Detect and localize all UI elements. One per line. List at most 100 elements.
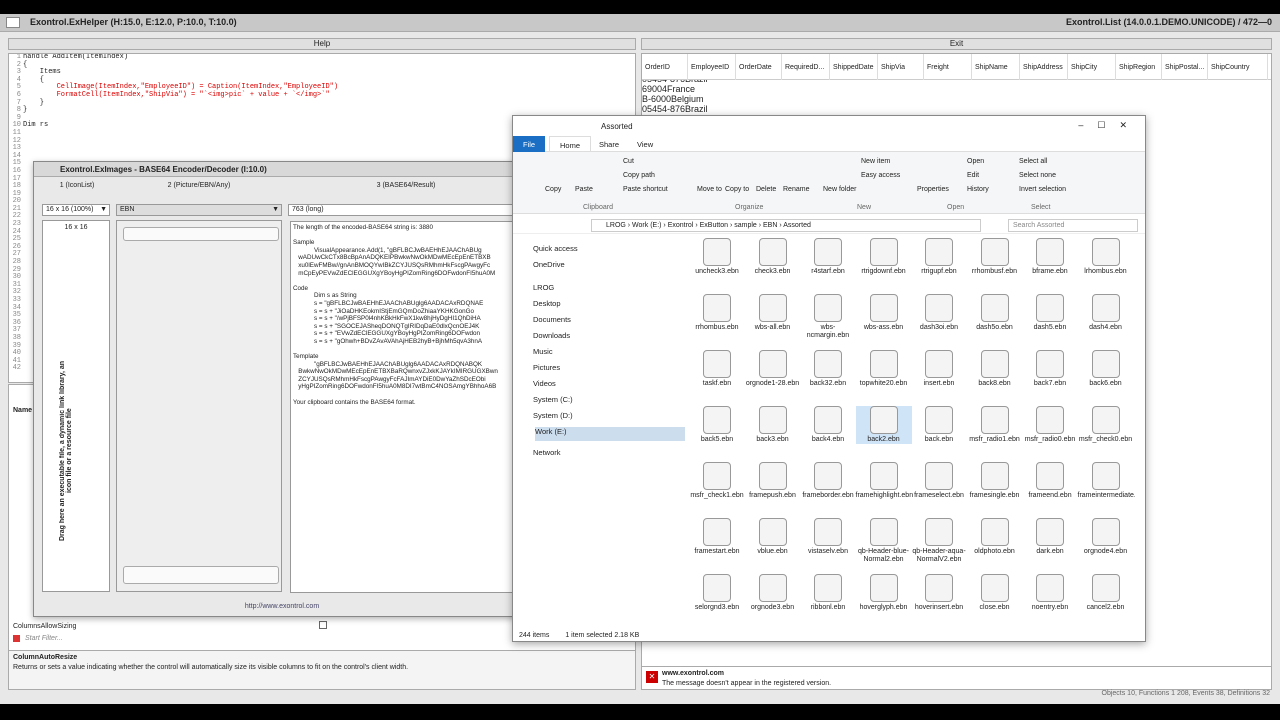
file-item[interactable]: dash3oi.ebn xyxy=(911,294,967,332)
file-item[interactable]: rtrigupf.ebn xyxy=(911,238,967,276)
file-item[interactable]: dash5o.ebn xyxy=(967,294,1023,332)
properties-button[interactable]: Properties xyxy=(917,186,949,193)
window-controls[interactable]: –☐✕ xyxy=(1078,120,1141,131)
history-button[interactable]: History xyxy=(967,186,989,193)
edit-button[interactable]: Edit xyxy=(967,172,979,179)
file-item[interactable]: qb-Header-aqua-NormalV2.ebn xyxy=(911,518,967,564)
select-none-button[interactable]: Select none xyxy=(1019,172,1056,179)
file-item[interactable]: back.ebn xyxy=(911,406,967,444)
file-item[interactable]: orgnode1-28.ebn xyxy=(745,350,801,388)
file-item[interactable]: back3.ebn xyxy=(745,406,801,444)
new-folder-button[interactable]: New folder xyxy=(823,186,856,193)
file-item[interactable]: rrhombus.ebn xyxy=(689,294,745,332)
file-item[interactable]: back8.ebn xyxy=(967,350,1023,388)
rename-button[interactable]: Rename xyxy=(783,186,809,193)
paste-button[interactable]: Paste xyxy=(575,186,593,193)
column-header[interactable]: ShipRegion xyxy=(1116,54,1162,80)
base64-result-text[interactable]: The length of the encoded-BASE64 string … xyxy=(290,221,522,593)
column-header[interactable]: ShipPostal... xyxy=(1162,54,1208,80)
result-combo[interactable]: 763 (long)▼ xyxy=(288,204,524,216)
file-item[interactable]: uncheck3.ebn xyxy=(689,238,745,276)
columns-allow-sizing-checkbox[interactable] xyxy=(319,621,327,629)
nav-item[interactable]: Downloads xyxy=(533,331,570,345)
table-row[interactable]: 69004France xyxy=(642,84,1271,94)
file-item[interactable]: framehighlight.ebn xyxy=(856,462,913,500)
file-item[interactable]: frameend.ebn xyxy=(1022,462,1078,500)
size-combo[interactable]: 16 x 16 (100%) ▼ xyxy=(42,204,110,216)
type-combo[interactable]: EBN ▼ xyxy=(116,204,282,216)
column-header[interactable]: RequiredD... xyxy=(782,54,830,80)
base64-dialog[interactable]: Exontrol.ExImages - BASE64 Encoder/Decod… xyxy=(33,161,531,617)
file-item[interactable]: framestart.ebn xyxy=(689,518,745,556)
nav-item[interactable]: Work (E:) xyxy=(535,427,685,441)
file-item[interactable]: vblue.ebn xyxy=(745,518,801,556)
nav-item[interactable]: Videos xyxy=(533,379,556,393)
file-item[interactable]: close.ebn xyxy=(967,574,1023,612)
nav-item[interactable]: Quick access xyxy=(533,244,578,258)
file-item[interactable]: dark.ebn xyxy=(1022,518,1078,556)
file-item[interactable]: framesingle.ebn xyxy=(967,462,1023,500)
file-item[interactable]: check3.ebn xyxy=(745,238,801,276)
column-header[interactable]: OrderDate xyxy=(736,54,782,80)
file-explorer-window[interactable]: Assorted –☐✕ File Home Share View Copy Past… xyxy=(512,115,1146,642)
file-item[interactable]: msfr_check1.ebn xyxy=(689,462,745,500)
delete-button[interactable]: Delete xyxy=(756,186,776,193)
file-list[interactable]: uncheck3.ebn check3.ebn r4starf.ebn rtrigdo… xyxy=(689,238,1135,630)
file-item[interactable]: back4.ebn xyxy=(800,406,856,444)
file-item[interactable]: wbs-ass.ebn xyxy=(856,294,912,332)
picture-panel[interactable] xyxy=(116,220,282,592)
file-item[interactable]: wbs-all.ebn xyxy=(745,294,801,332)
file-item[interactable]: back32.ebn xyxy=(800,350,856,388)
nav-item[interactable]: System (D:) xyxy=(533,411,573,425)
open-button[interactable]: Open xyxy=(967,158,984,165)
file-item[interactable]: frameselect.ebn xyxy=(911,462,967,500)
column-header[interactable]: ShipCountry xyxy=(1208,54,1268,80)
help-button[interactable]: Help xyxy=(8,38,636,50)
search-input[interactable]: Search Assorted xyxy=(1008,219,1138,232)
file-item[interactable]: bframe.ebn xyxy=(1022,238,1078,276)
file-item[interactable]: insert.ebn xyxy=(911,350,967,388)
easy-access-button[interactable]: Easy access xyxy=(861,172,900,179)
file-item[interactable]: rrhombusf.ebn xyxy=(967,238,1023,276)
tab-home[interactable]: Home xyxy=(549,136,592,152)
dialog-url[interactable]: http://www.exontrol.com xyxy=(34,603,530,610)
column-header[interactable]: ShipAddress xyxy=(1020,54,1068,80)
cut-button[interactable]: Cut xyxy=(623,158,634,165)
file-item[interactable]: qb-Header-blue-Normal2.ebn xyxy=(856,518,912,564)
file-item[interactable]: dash5.ebn xyxy=(1022,294,1078,332)
copy-to-button[interactable]: Copy to xyxy=(725,186,749,193)
prop-columns-allow-sizing[interactable]: ColumnsAllowSizing xyxy=(13,623,76,630)
file-item[interactable]: hoverinsert.ebn xyxy=(911,574,967,612)
tab-file[interactable]: File xyxy=(513,136,546,152)
column-header[interactable]: ShipVia xyxy=(878,54,924,80)
copy-button[interactable]: Copy xyxy=(545,186,561,193)
file-item[interactable]: back6.ebn xyxy=(1078,350,1134,388)
file-item[interactable]: lrhombus.ebn xyxy=(1078,238,1134,276)
invert-selection-button[interactable]: Invert selection xyxy=(1019,186,1066,193)
file-item[interactable]: rtrigdownf.ebn xyxy=(856,238,912,276)
column-header[interactable]: OrderID xyxy=(642,54,688,80)
nav-item[interactable]: Pictures xyxy=(533,363,560,377)
file-item[interactable]: oldphoto.ebn xyxy=(967,518,1023,556)
file-item[interactable]: msfr_check0.ebn xyxy=(1078,406,1134,444)
exit-button[interactable]: Exit xyxy=(641,38,1272,50)
file-item[interactable]: msfr_radio1.ebn xyxy=(967,406,1023,444)
column-header[interactable]: Freight xyxy=(924,54,972,80)
file-item[interactable]: msfr_radio0.ebn xyxy=(1022,406,1078,444)
tab-view[interactable]: View xyxy=(627,136,663,152)
column-header[interactable]: ShipCity xyxy=(1068,54,1116,80)
file-item[interactable]: back7.ebn xyxy=(1022,350,1078,388)
nav-item[interactable]: Documents xyxy=(533,315,571,329)
nav-item[interactable]: Music xyxy=(533,347,553,361)
file-item[interactable]: frameintermediate.ebn xyxy=(1078,462,1135,500)
file-item[interactable]: selorgnd3.ebn xyxy=(689,574,745,612)
new-item-button[interactable]: New item xyxy=(861,158,890,165)
file-item[interactable]: hoverglyph.ebn xyxy=(856,574,912,612)
file-item[interactable]: r4starf.ebn xyxy=(800,238,856,276)
paste-shortcut-button[interactable]: Paste shortcut xyxy=(623,186,668,193)
move-to-button[interactable]: Move to xyxy=(697,186,722,193)
select-all-button[interactable]: Select all xyxy=(1019,158,1047,165)
file-item[interactable]: orgnode4.ebn xyxy=(1078,518,1134,556)
file-item[interactable]: frameborder.ebn xyxy=(800,462,856,500)
ribbon[interactable]: Copy Paste Cut Copy path Paste shortcut … xyxy=(513,152,1145,214)
